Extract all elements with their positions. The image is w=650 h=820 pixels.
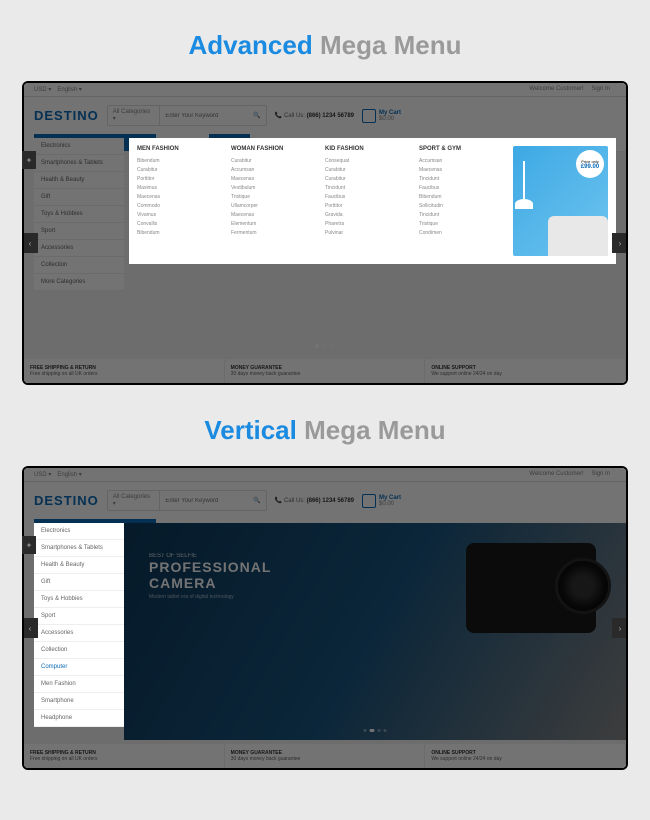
mega-link[interactable]: Accumsan [419,156,507,165]
mega-link[interactable]: Vivamus [137,210,225,219]
mega-link[interactable]: Elementum [231,219,319,228]
mega-col-woman: WOMAN FASHION CurabiturAccumsanMaecenasV… [231,146,319,256]
mega-link[interactable]: Maecenas [231,174,319,183]
mega-link[interactable]: Maecenas [137,192,225,201]
mega-link[interactable]: Consequat [325,156,413,165]
mega-link[interactable]: Fermentum [231,228,319,237]
mega-link[interactable]: Porttitor [137,174,225,183]
mega-link[interactable]: Maecenas [231,210,319,219]
mega-menu: MEN FASHION BibendumCurabiturPorttitorMa… [129,138,616,264]
mega-link[interactable]: Bibendum [137,156,225,165]
mega-link[interactable]: Pulvinar [325,228,413,237]
section-title-vertical: Vertical Mega Menu [0,415,650,446]
mega-link[interactable]: Curabitur [325,174,413,183]
mega-link[interactable]: Tristique [419,219,507,228]
mega-link[interactable]: Pharetra [325,219,413,228]
lamp-icon [523,161,525,201]
screenshot-frame-2: ✦ USD ▾English ▾ Welcome Customer! Sign … [22,466,628,770]
sofa-icon [548,216,608,256]
mega-col-kid: KID FASHION ConsequatCurabiturCurabiturT… [325,146,413,256]
mega-link[interactable]: Bibendum [137,228,225,237]
mega-link[interactable]: Ullamcorper [231,201,319,210]
cat-item[interactable]: Men Fashion [34,676,124,693]
mega-link[interactable]: Condimen [419,228,507,237]
mega-link[interactable]: Convallis [137,219,225,228]
cat-item[interactable]: Health & Beauty [34,557,124,574]
mega-link[interactable]: Tristique [231,192,319,201]
mega-link[interactable]: Commodo [137,201,225,210]
mega-link[interactable]: Curabitur [137,165,225,174]
mega-col-men: MEN FASHION BibendumCurabiturPorttitorMa… [137,146,225,256]
mega-link[interactable]: Curabitur [325,165,413,174]
cat-item[interactable]: Collection [34,642,124,659]
cat-item[interactable]: Accessories [34,625,124,642]
mega-link[interactable]: Tincidunt [325,183,413,192]
mega-col-sport: SPORT & GYM AccumsanMaecenasTinciduntFau… [419,146,507,256]
mega-link[interactable]: Vestibulum [231,183,319,192]
settings-tab[interactable]: ✦ [22,536,36,554]
mega-link[interactable]: Faucibus [419,183,507,192]
mega-link[interactable]: Faucibus [325,192,413,201]
mega-link[interactable]: Bibendum [419,192,507,201]
prev-arrow[interactable]: ‹ [24,233,38,253]
cat-item[interactable]: Sport [34,608,124,625]
cat-item[interactable]: Smartphones & Tablets [34,540,124,557]
screenshot-frame-1: ✦ USD ▾English ▾ Welcome Customer! Sign … [22,81,628,385]
mega-link[interactable]: Maecenas [419,165,507,174]
mega-link[interactable]: Accumsan [231,165,319,174]
mega-link[interactable]: Gravida [325,210,413,219]
mega-link[interactable]: Tincidunt [419,174,507,183]
cat-item[interactable]: Electronics [34,523,124,540]
cat-item[interactable]: Headphone [34,710,124,727]
cat-item[interactable]: Gift [34,574,124,591]
mega-link[interactable]: Curabitur [231,156,319,165]
mega-link[interactable]: Maximus [137,183,225,192]
category-sidebar: Electronics Smartphones & Tablets Health… [34,523,124,727]
price-badge: Price only£99.00 [576,150,604,178]
mega-link[interactable]: Sollicitudin [419,201,507,210]
prev-arrow[interactable]: ‹ [24,618,38,638]
cat-item-computer[interactable]: Computer [34,659,124,676]
next-arrow[interactable]: › [612,618,626,638]
promo-banner[interactable]: Price only£99.00 [513,146,608,256]
mega-link[interactable]: Porttitor [325,201,413,210]
next-arrow[interactable]: › [612,233,626,253]
mega-link[interactable]: Tincidunt [419,210,507,219]
cat-item[interactable]: Smartphone [34,693,124,710]
cat-item[interactable]: Toys & Hobbies [34,591,124,608]
section-title-advanced: Advanced Mega Menu [0,30,650,61]
settings-tab[interactable]: ✦ [22,151,36,169]
